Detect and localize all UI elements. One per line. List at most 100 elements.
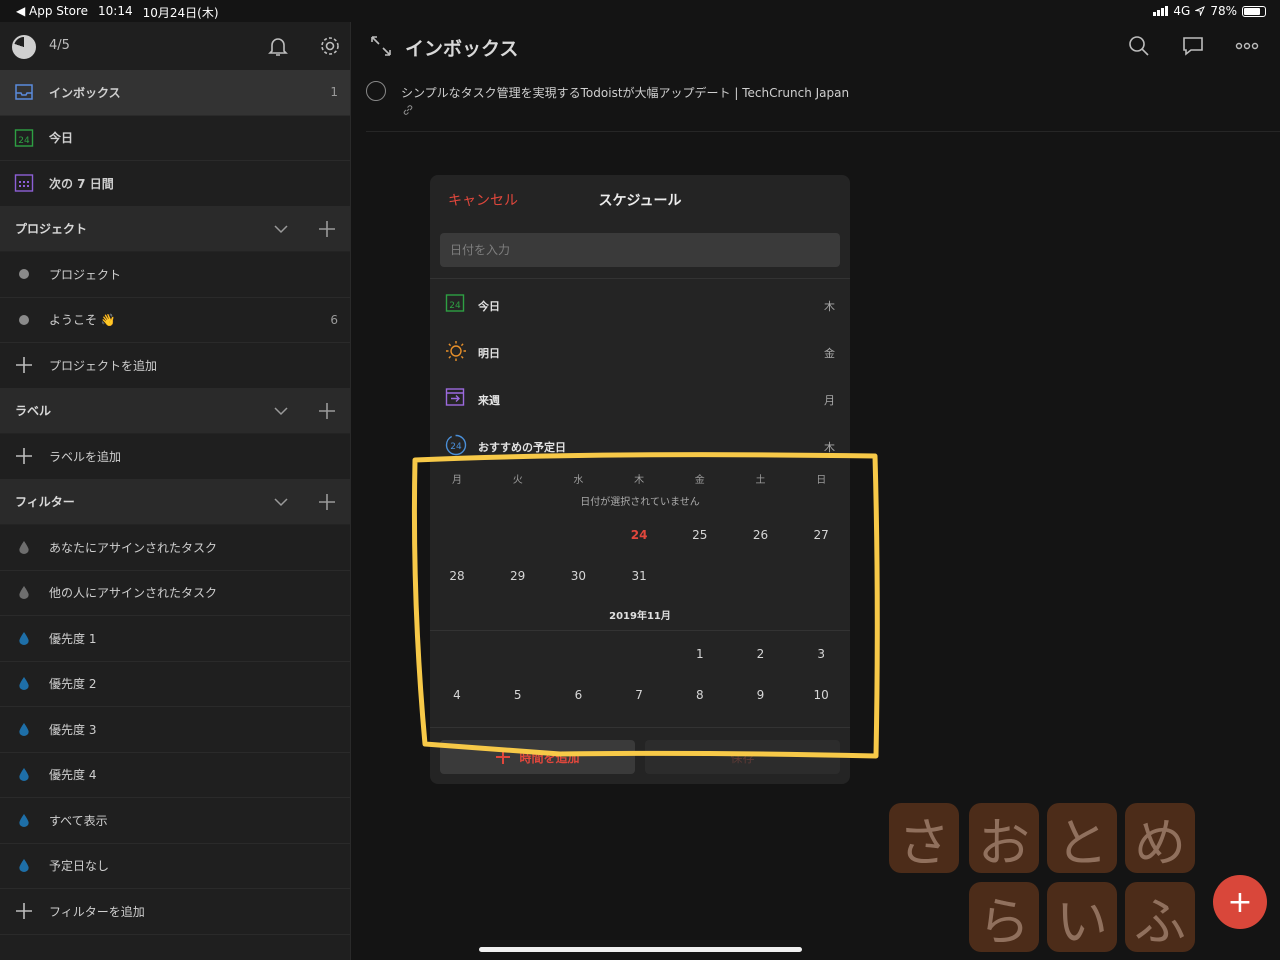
sidebar-item-filter[interactable]: 他の人にアサインされたタスク	[0, 571, 350, 616]
back-to-app-link[interactable]: ◀ App Store	[16, 4, 88, 21]
add-label-item[interactable]: ラベルを追加	[0, 434, 350, 480]
expand-icon[interactable]	[370, 35, 392, 57]
calendar-day[interactable]: 29	[488, 569, 548, 583]
sidebar-item-label: 今日	[49, 131, 74, 146]
calendar-day[interactable]: 26	[731, 528, 791, 542]
calendar-day[interactable]: 8	[670, 688, 730, 702]
filters-section-header[interactable]: フィルター	[0, 479, 350, 525]
signal-icon	[1153, 6, 1169, 16]
calendar-day[interactable]: 3	[791, 647, 850, 661]
sidebar-item-label: 次の 7 日間	[49, 176, 114, 191]
sidebar-item-inbox[interactable]: インボックス 1	[0, 70, 350, 116]
calendar-week-icon	[14, 173, 34, 193]
weekday-label: 月	[452, 475, 462, 486]
weekday-label: 土	[755, 475, 766, 486]
month-label: 2019年11月	[430, 597, 850, 631]
chevron-down-icon[interactable]	[273, 494, 289, 510]
sidebar-item-next-7-days[interactable]: 次の 7 日間	[0, 161, 350, 207]
comment-icon[interactable]	[1182, 35, 1204, 57]
filter-drop-icon	[19, 631, 29, 645]
add-time-button[interactable]: 時間を追加	[440, 740, 635, 774]
sidebar-item-filter[interactable]: 優先度 2	[0, 662, 350, 707]
sidebar-item-label: すべて表示	[49, 813, 108, 828]
more-options-icon[interactable]	[1235, 35, 1259, 57]
calendar-day[interactable]: 27	[791, 528, 850, 542]
karma-progress-icon[interactable]	[12, 35, 36, 59]
calendar-day[interactable]: 1	[670, 647, 730, 661]
chevron-down-icon[interactable]	[273, 221, 289, 237]
screen: ◀ App Store 10:14 10月24日(木) 4G 78% 4/5 イ…	[0, 0, 1280, 960]
page-title: インボックス	[405, 38, 519, 60]
calendar-day[interactable]: 2	[731, 647, 791, 661]
option-tomorrow[interactable]: 明日 金	[430, 326, 850, 373]
save-button[interactable]: 保存	[645, 740, 840, 774]
bell-icon[interactable]	[266, 34, 290, 58]
sidebar-item-project[interactable]: プロジェクト	[0, 252, 350, 298]
gear-icon[interactable]	[318, 34, 342, 58]
sidebar-item-label: 優先度 3	[49, 722, 97, 737]
labels-section-header[interactable]: ラベル	[0, 388, 350, 434]
sidebar-item-today[interactable]: 24 今日	[0, 116, 350, 161]
projects-section-header[interactable]: プロジェクト	[0, 206, 350, 252]
add-project-item[interactable]: プロジェクトを追加	[0, 343, 350, 389]
plus-icon	[14, 901, 34, 921]
task-content: シンプルなタスク管理を実現するTodoistが大幅アップデート | TechCr…	[401, 86, 850, 100]
add-filter-item[interactable]: フィルターを追加	[0, 889, 350, 935]
option-label: 今日	[478, 300, 500, 313]
calendar-today-icon: 24	[14, 128, 34, 148]
option-suggested-date[interactable]: 24 おすすめの予定日 木	[430, 420, 850, 467]
section-title: ラベル	[15, 404, 52, 419]
filter-drop-icon	[19, 586, 29, 599]
home-indicator[interactable]	[479, 947, 802, 952]
add-label-plus-icon[interactable]	[318, 402, 336, 420]
filter-drop-icon	[19, 677, 29, 690]
weekday-label: 木	[634, 475, 645, 486]
sidebar-item-welcome[interactable]: ようこそ 👋 6	[0, 298, 350, 343]
sidebar-item-label: 予定日なし	[49, 859, 110, 874]
option-today[interactable]: 24 今日 木	[430, 279, 850, 326]
calendar-day[interactable]: 6	[548, 688, 608, 702]
filter-list: あなたにアサインされたタスク 他の人にアサインされたタスク 優先度 1 優先度 2 優先…	[0, 525, 350, 889]
chevron-down-icon[interactable]	[273, 403, 289, 419]
section-title: フィルター	[15, 495, 75, 510]
weekday-header: 月火水木金土日	[430, 465, 850, 489]
calendar-day[interactable]: 31	[609, 569, 669, 583]
divider	[430, 727, 850, 728]
next-week-icon	[445, 387, 465, 411]
calendar-day[interactable]: 28	[430, 569, 487, 583]
calendar-day[interactable]: 24	[609, 528, 669, 542]
calendar-day[interactable]: 9	[731, 688, 791, 702]
calendar-day[interactable]: 30	[548, 569, 608, 583]
svg-text:24: 24	[450, 442, 462, 452]
link-icon	[403, 105, 413, 115]
sidebar-item-filter[interactable]: 優先度 3	[0, 707, 350, 753]
search-icon[interactable]	[1128, 35, 1150, 57]
calendar-day[interactable]: 10	[791, 688, 850, 702]
add-task-fab[interactable]: +	[1213, 875, 1267, 929]
add-project-plus-icon[interactable]	[318, 220, 336, 238]
sidebar-item-label: ようこそ 👋	[49, 313, 116, 328]
sidebar-item-filter[interactable]: あなたにアサインされたタスク	[0, 525, 350, 571]
sidebar-item-filter[interactable]: 優先度 4	[0, 753, 350, 798]
calendar-day[interactable]: 5	[488, 688, 548, 702]
calendar-day[interactable]: 25	[670, 528, 730, 542]
sidebar: 4/5 インボックス 1 24 今日 次の 7 日間 プロジェクト プロジェクト	[0, 22, 351, 960]
date-input[interactable]	[440, 233, 840, 267]
option-next-week[interactable]: 来週 月	[430, 373, 850, 420]
task-item[interactable]: シンプルなタスク管理を実現するTodoistが大幅アップデート | TechCr…	[366, 70, 1280, 132]
cancel-button[interactable]: キャンセル	[448, 190, 518, 210]
dialog-footer: 時間を追加 保存	[440, 740, 840, 774]
sidebar-item-filter[interactable]: すべて表示	[0, 798, 350, 844]
calendar-day[interactable]: 4	[430, 688, 487, 702]
sidebar-item-filter[interactable]: 優先度 1	[0, 616, 350, 662]
task-complete-checkbox[interactable]	[366, 81, 386, 101]
filter-drop-icon	[19, 859, 29, 872]
project-dot-icon	[19, 269, 29, 279]
sidebar-item-count: 6	[330, 312, 338, 327]
add-filter-plus-icon[interactable]	[318, 493, 336, 511]
project-dot-icon	[19, 314, 29, 325]
sidebar-item-filter[interactable]: 予定日なし	[0, 844, 350, 889]
calendar-day[interactable]: 7	[609, 688, 669, 702]
save-label: 保存	[730, 750, 755, 765]
sidebar-item-label: ラベルを追加	[49, 449, 122, 464]
